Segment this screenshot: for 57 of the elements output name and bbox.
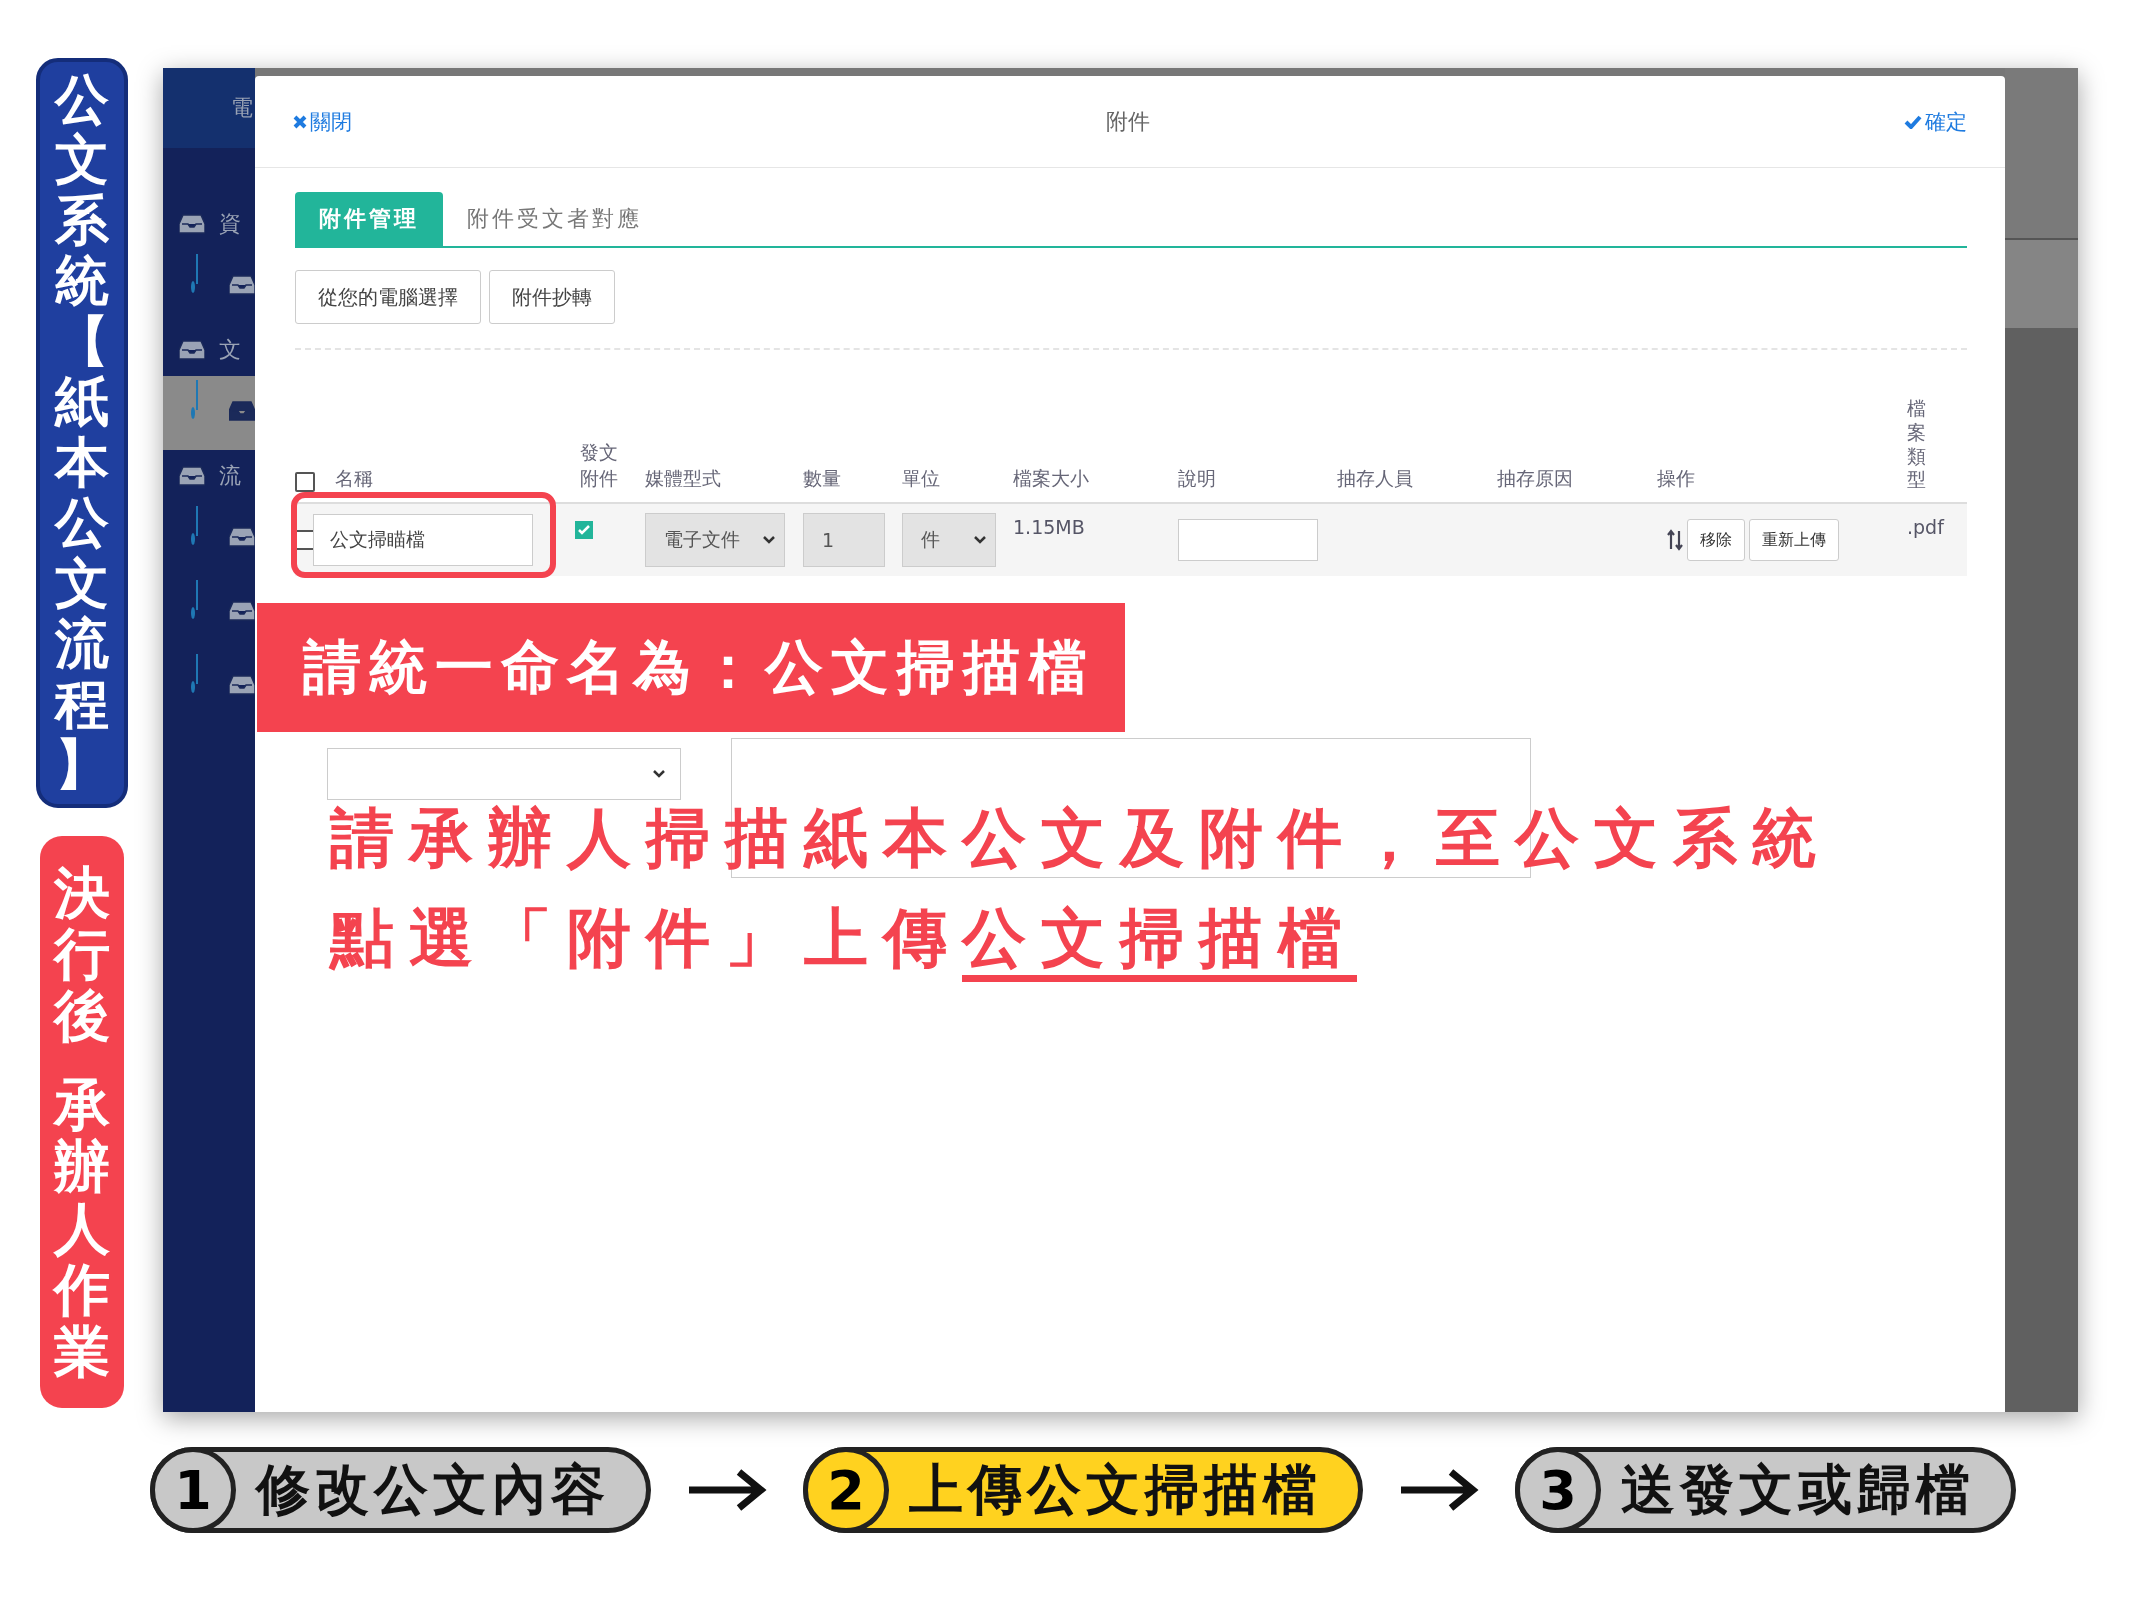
unit-select[interactable]: 件	[902, 513, 996, 567]
chevron-down-icon	[762, 535, 776, 545]
naming-banner: 請統一命名為：公文掃描檔	[257, 603, 1125, 732]
column-header: 抽存原因	[1497, 466, 1573, 491]
column-header: 檔案類型	[1907, 397, 1926, 492]
quantity-field[interactable]: 1	[803, 513, 885, 567]
step-label: 修改公文內容	[256, 1456, 610, 1523]
column-header: 發文附件	[580, 439, 619, 492]
badge-text: 承辦人作業	[53, 1074, 110, 1383]
arrow-right-icon	[1399, 1468, 1479, 1512]
step-number: 3	[1515, 1447, 1601, 1533]
dialog-title: 附件	[1106, 107, 1150, 136]
file-size: 1.15MB	[1013, 516, 1085, 538]
row-action-button[interactable]: 移除	[1687, 519, 1745, 561]
row-action-button[interactable]: 重新上傳	[1749, 519, 1839, 561]
toolbar-button[interactable]: 附件抄轉	[489, 270, 615, 324]
inbox-icon	[179, 214, 205, 234]
sidebar-label[interactable]: 資	[219, 209, 241, 239]
step-number: 2	[803, 1447, 889, 1533]
checkbox[interactable]	[575, 521, 593, 539]
badge-text: 決行後	[53, 861, 110, 1047]
media-select[interactable]: 電子文件	[645, 513, 785, 567]
sidebar-label[interactable]: 流	[219, 461, 241, 491]
column-header: 操作	[1657, 466, 1695, 491]
step-label: 上傳公文掃描檔	[909, 1456, 1322, 1523]
inbox-icon	[229, 401, 255, 421]
close-link[interactable]: 關閉	[293, 107, 352, 136]
close-icon	[293, 114, 307, 129]
toolbar-button[interactable]: 從您的電腦選擇	[295, 270, 481, 324]
checkbox[interactable]	[295, 472, 315, 492]
column-header: 媒體型式	[645, 466, 721, 491]
file-type: .pdf	[1907, 516, 1944, 538]
select-field[interactable]	[327, 748, 681, 800]
vertical-title: 公文系統【紙本公文流程】	[35, 58, 128, 808]
name-input-field[interactable]: 公文掃瞄檔	[313, 514, 533, 566]
column-header: 單位	[902, 466, 940, 491]
column-header: 檔案大小	[1013, 466, 1089, 491]
sidebar-item[interactable]	[163, 376, 255, 450]
inbox-icon	[179, 466, 205, 486]
column-header: 數量	[803, 466, 841, 491]
instruction-text: 請承辦人掃描紙本公文及附件，至公文系統 點選「附件」上傳 公文掃描檔	[330, 788, 1831, 988]
sort-icon[interactable]	[1667, 529, 1683, 551]
chevron-down-icon	[652, 769, 666, 779]
app-title: 電	[231, 94, 253, 122]
column-header: 說明	[1178, 466, 1216, 491]
step-number: 1	[150, 1447, 236, 1533]
inbox-icon	[179, 340, 205, 360]
confirm-link[interactable]: 確定	[1904, 107, 1967, 136]
check-icon	[1904, 114, 1922, 129]
step-label: 送發文或歸檔	[1621, 1456, 1975, 1523]
description-field[interactable]	[1178, 519, 1318, 561]
chevron-down-icon	[973, 535, 987, 545]
arrow-right-icon	[687, 1468, 767, 1512]
tab[interactable]: 附件受文者對應	[443, 192, 666, 246]
column-header: 抽存人員	[1337, 466, 1413, 491]
sidebar-label[interactable]: 文	[219, 335, 241, 365]
column-header: 名稱	[335, 466, 373, 491]
